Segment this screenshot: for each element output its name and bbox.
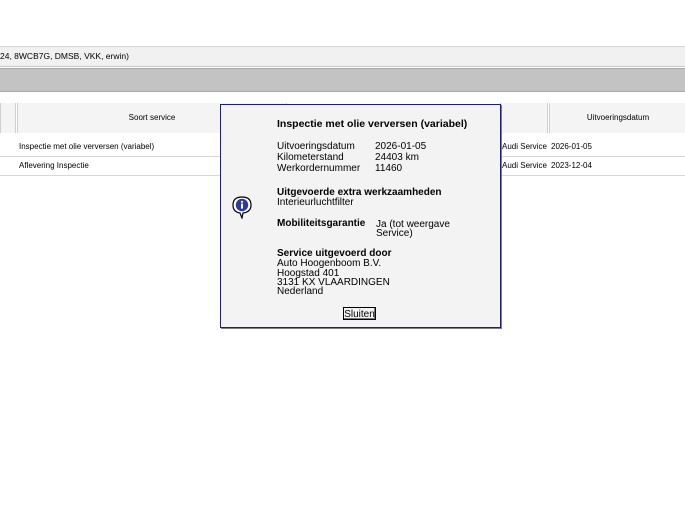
header-date[interactable]: Uitvoeringsdatum: [549, 103, 685, 133]
dialog-title: Inspectie met olie verversen (variabel): [277, 118, 468, 130]
address-line: Nederland: [277, 286, 324, 297]
row-dealer: Audi Service: [502, 142, 547, 151]
close-button[interactable]: Sluiten: [343, 307, 376, 320]
field-label: Uitvoeringsdatum: [277, 141, 355, 152]
row-service-type: Inspectie met olie verversen (variabel): [19, 142, 155, 151]
mobility-label: Mobiliteitsgarantie: [277, 218, 366, 229]
field-value: 11460: [375, 163, 403, 174]
row-service-type: Aflevering Inspectie: [19, 161, 89, 170]
info-icon: [230, 195, 254, 221]
row-dealer: Audi Service: [502, 161, 547, 170]
mobility-value-2: Service): [376, 228, 413, 239]
field-value: 2026-01-05: [375, 141, 427, 152]
row-date: 2023-12-04: [551, 161, 592, 170]
field-value: 24403 km: [375, 152, 419, 163]
extra-work-item: Interieurluchtfilter: [277, 197, 354, 208]
header-dealer[interactable]: [500, 103, 548, 133]
field-label: Werkordernummer: [277, 163, 361, 174]
field-execution-date: Uitvoeringsdatum 2026-01-05: [277, 142, 426, 152]
row-date: 2026-01-05: [551, 142, 592, 151]
toolbar-strip: [0, 68, 685, 92]
field-label: Kilometerstand: [277, 152, 344, 163]
service-detail-dialog: Inspectie met olie verversen (variabel) …: [220, 104, 501, 328]
vehicle-info-bar: 24, 8WCB7G, DMSB, VKK, erwin): [0, 47, 685, 67]
vehicle-info-text: 24, 8WCB7G, DMSB, VKK, erwin): [0, 51, 129, 61]
header-cell-left: [0, 103, 16, 133]
field-mileage: Kilometerstand 24403 km: [277, 153, 419, 163]
field-work-order: Werkordernummer 11460: [277, 164, 402, 174]
